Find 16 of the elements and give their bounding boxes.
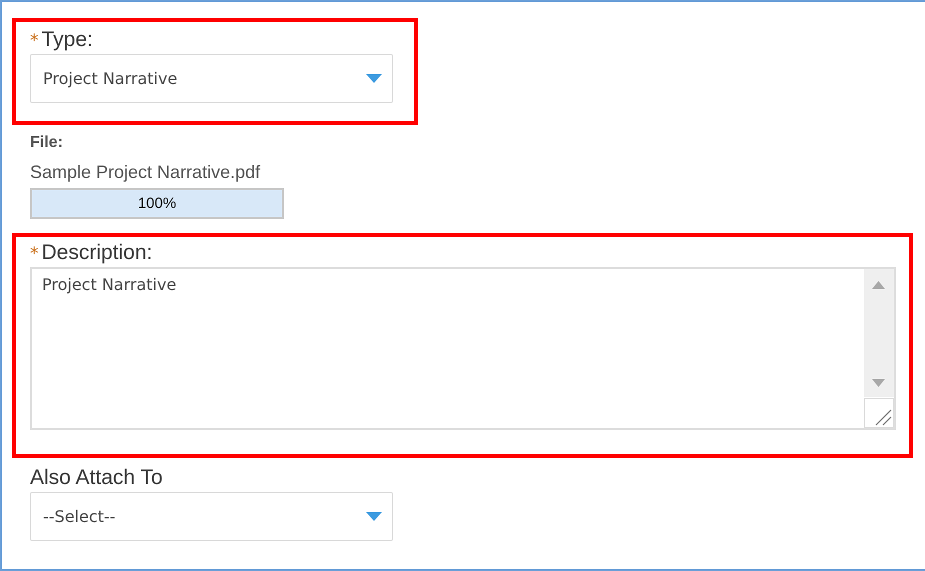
progress-reading: 100% [138,195,176,212]
field-label: Type: [42,28,93,52]
text-area[interactable]: Project Narrative [30,267,896,430]
scroll-down-icon[interactable] [872,379,885,387]
scroll-up-icon[interactable] [872,281,885,289]
dropdown[interactable]: --Select-- [30,492,393,541]
file-name: Sample Project Narrative.pdf [30,162,260,183]
required-mark: * [30,244,38,264]
field-label: Also Attach To [30,466,163,490]
caret-icon [366,512,382,521]
resize-grip-icon[interactable] [864,398,894,428]
caret-icon [366,74,382,83]
field-label: Description: [42,241,152,265]
field-label: File: [30,134,63,152]
dropdown[interactable]: Project Narrative [30,54,393,103]
required-mark: * [30,31,38,51]
